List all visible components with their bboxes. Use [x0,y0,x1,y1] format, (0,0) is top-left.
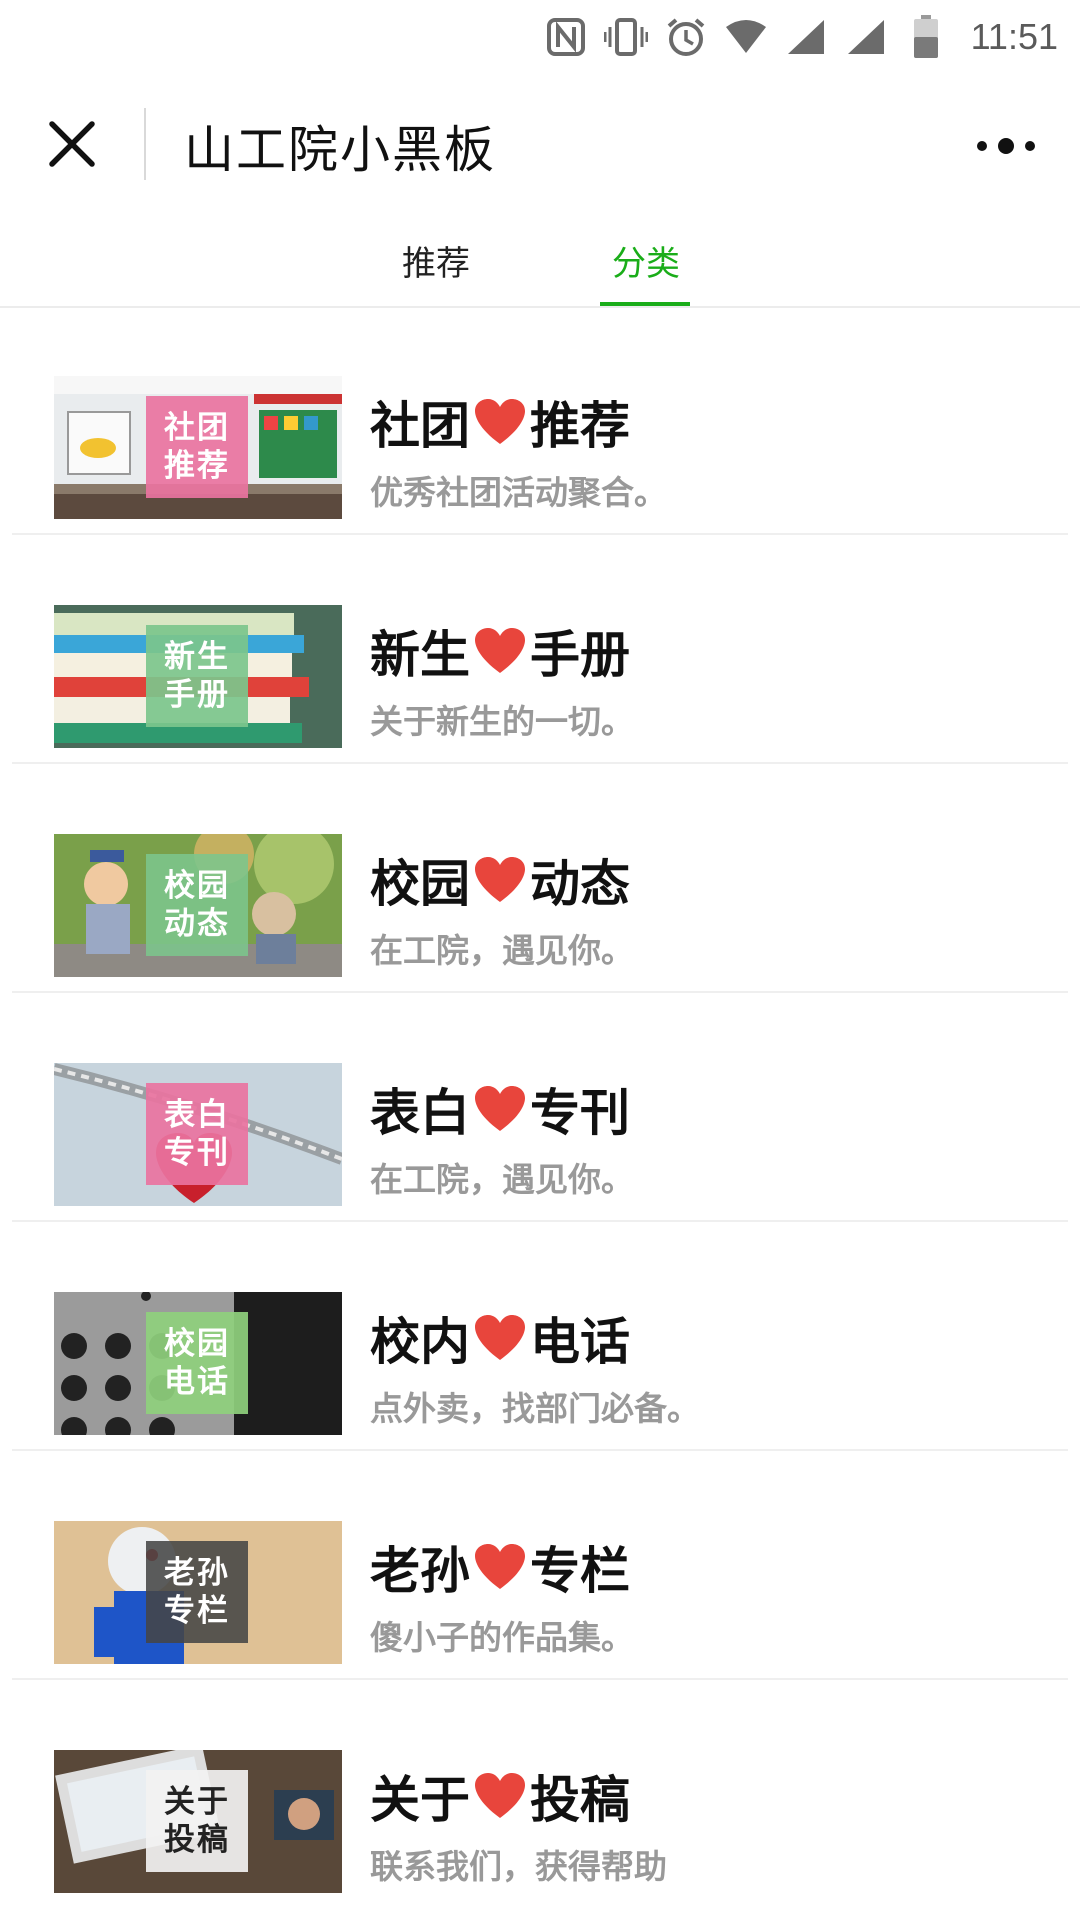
item-title-right: 投稿 [530,1771,630,1829]
item-subtitle: 优秀社团活动聚合。 [370,473,667,512]
thumbnail-image: 社团 推荐 [54,376,342,519]
thumbnail-tag: 新生 手册 [146,625,248,727]
alarm-icon [663,14,709,60]
list-item[interactable]: 表白 专刊 表白 专刊 在工院，遇见你。 [0,993,1080,1222]
thumbnail-tag: 关于 投稿 [146,1770,248,1872]
nfc-icon [543,14,589,60]
more-button[interactable] [966,118,1046,174]
thumbnail-tag: 表白 专刊 [146,1083,248,1185]
list-item[interactable]: 老孙 专栏 老孙 专栏 傻小子的作品集。 [0,1451,1080,1680]
item-title-right: 推荐 [530,397,630,455]
tag-line-2: 专刊 [164,1135,230,1171]
page-title: 山工院小黑板 [184,121,496,179]
item-title-right: 手册 [530,626,630,684]
title-divider [144,108,146,180]
signal-icon [843,14,889,60]
tag-line-2: 推荐 [164,448,230,484]
item-title-right: 专刊 [530,1084,630,1142]
item-subtitle: 傻小子的作品集。 [370,1618,634,1657]
item-title-left: 校内 [370,1313,470,1371]
heart-icon [475,1544,525,1589]
tab-recommend[interactable]: 推荐 [402,236,470,285]
more-icon [977,138,1035,154]
item-subtitle: 在工院，遇见你。 [370,931,634,970]
tag-line-1: 老孙 [164,1555,230,1591]
thumbnail-image: 校园 电话 [54,1292,342,1435]
item-subtitle: 联系我们，获得帮助 [370,1847,667,1886]
item-title-left: 老孙 [370,1542,470,1600]
item-subtitle: 关于新生的一切。 [370,702,634,741]
thumbnail-tag: 校园 电话 [146,1312,248,1414]
thumbnail-tag: 社团 推荐 [146,396,248,498]
item-title-right: 专栏 [530,1542,630,1600]
tab-bar: 推荐 分类 [0,214,1080,308]
tab-category[interactable]: 分类 [612,236,680,285]
thumbnail-image: 表白 专刊 [54,1063,342,1206]
thumbnail-image: 校园 动态 [54,834,342,977]
title-bar: 山工院小黑板 [0,74,1080,214]
close-button[interactable] [42,114,102,174]
tag-line-1: 新生 [164,639,230,675]
tag-line-2: 手册 [164,677,230,713]
list-item[interactable]: 新生 手册 新生 手册 关于新生的一切。 [0,535,1080,764]
heart-icon [475,399,525,444]
list-item[interactable]: 校园 动态 校园 动态 在工院，遇见你。 [0,764,1080,993]
heart-icon [475,1086,525,1131]
status-time: 11:51 [970,16,1058,57]
item-title: 老孙 专栏 [370,1531,630,1603]
item-title: 校内 电话 [370,1302,630,1374]
item-title-left: 关于 [370,1771,470,1829]
tag-line-2: 电话 [164,1364,230,1400]
status-bar: 11:51 [0,0,1080,74]
battery-icon [903,14,949,60]
item-title: 表白 专刊 [370,1073,630,1145]
tag-line-1: 社团 [164,410,230,446]
item-title: 校园 动态 [370,844,630,916]
thumbnail-tag: 校园 动态 [146,854,248,956]
thumbnail-image: 关于 投稿 [54,1750,342,1893]
signal-icon [783,14,829,60]
vibrate-icon [603,14,649,60]
item-subtitle: 点外卖，找部门必备。 [370,1389,700,1428]
thumbnail-tag: 老孙 专栏 [146,1541,248,1643]
category-list: 社团 推荐 社团 推荐 优秀社团活动聚合。 新生 手册 新生 手册 关于新生的一… [0,306,1080,1909]
item-title: 关于 投稿 [370,1760,630,1832]
item-title-left: 表白 [370,1084,470,1142]
list-item[interactable]: 关于 投稿 关于 投稿 联系我们，获得帮助 [0,1680,1080,1909]
tag-line-2: 专栏 [164,1593,230,1629]
tag-line-1: 表白 [164,1097,230,1133]
tag-line-2: 投稿 [164,1822,230,1858]
tag-line-2: 动态 [164,906,230,942]
thumbnail-image: 老孙 专栏 [54,1521,342,1664]
item-title-left: 新生 [370,626,470,684]
item-title: 社团 推荐 [370,386,630,458]
item-title-left: 社团 [370,397,470,455]
heart-icon [475,1773,525,1818]
item-title-right: 动态 [530,855,630,913]
item-title: 新生 手册 [370,615,630,687]
item-title-left: 校园 [370,855,470,913]
tag-line-1: 校园 [164,868,230,904]
list-item[interactable]: 社团 推荐 社团 推荐 优秀社团活动聚合。 [0,306,1080,535]
list-item[interactable]: 校园 电话 校内 电话 点外卖，找部门必备。 [0,1222,1080,1451]
heart-icon [475,628,525,673]
item-title-right: 电话 [530,1313,630,1371]
tag-line-1: 校园 [164,1326,230,1362]
heart-icon [475,1315,525,1360]
item-subtitle: 在工院，遇见你。 [370,1160,634,1199]
tag-line-1: 关于 [164,1784,230,1820]
wifi-icon [723,14,769,60]
thumbnail-image: 新生 手册 [54,605,342,748]
close-icon [49,121,95,167]
heart-icon [475,857,525,902]
